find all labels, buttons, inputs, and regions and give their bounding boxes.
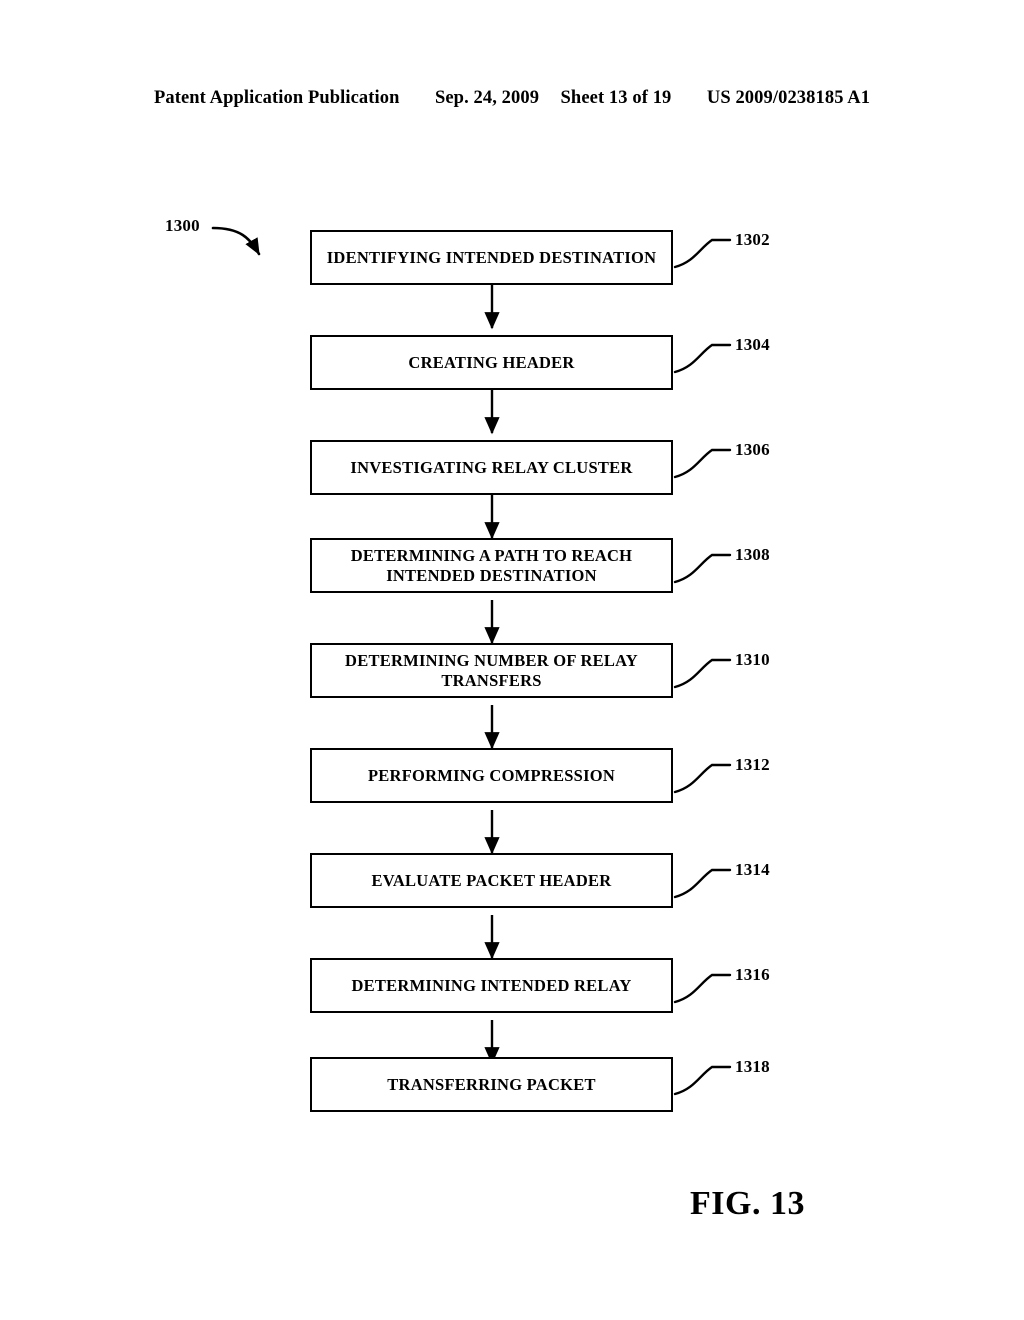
- flow-step-box-1318[interactable]: TRANSFERRING PACKET: [310, 1057, 673, 1112]
- flow-step-box-1304[interactable]: CREATING HEADER: [310, 335, 673, 390]
- flow-step-box-1310[interactable]: DETERMINING NUMBER OF RELAY TRANSFERS: [310, 643, 673, 698]
- reference-numeral-1312: 1312: [735, 755, 770, 774]
- flow-step-box-1302[interactable]: IDENTIFYING INTENDED DESTINATION: [310, 230, 673, 285]
- reference-numeral-1306: 1306: [735, 440, 770, 459]
- flow-step-box-1314[interactable]: EVALUATE PACKET HEADER: [310, 853, 673, 908]
- flow-step-box-1312[interactable]: PERFORMING COMPRESSION: [310, 748, 673, 803]
- flowchart-figure: 1300 IDENTIFYING INTENDED DESTINATION 13…: [0, 0, 1024, 1320]
- diagram-pointer-arrow: [211, 226, 261, 256]
- figure-caption: FIG. 13: [690, 1185, 805, 1222]
- flow-step-box-1316[interactable]: DETERMINING INTENDED RELAY: [310, 958, 673, 1013]
- reference-numeral-1316: 1316: [735, 965, 770, 984]
- flow-step-box-1308[interactable]: DETERMINING A PATH TO REACH INTENDED DES…: [310, 538, 673, 593]
- reference-numeral-1304: 1304: [735, 335, 770, 354]
- flow-step-box-1306[interactable]: INVESTIGATING RELAY CLUSTER: [310, 440, 673, 495]
- reference-numeral-1300: 1300: [165, 216, 200, 235]
- reference-numeral-1302: 1302: [735, 230, 770, 249]
- reference-numeral-1310: 1310: [735, 650, 770, 669]
- reference-numeral-1314: 1314: [735, 860, 770, 879]
- reference-numeral-1318: 1318: [735, 1057, 770, 1076]
- reference-numeral-1308: 1308: [735, 545, 770, 564]
- reference-leader-lines: [673, 238, 732, 1096]
